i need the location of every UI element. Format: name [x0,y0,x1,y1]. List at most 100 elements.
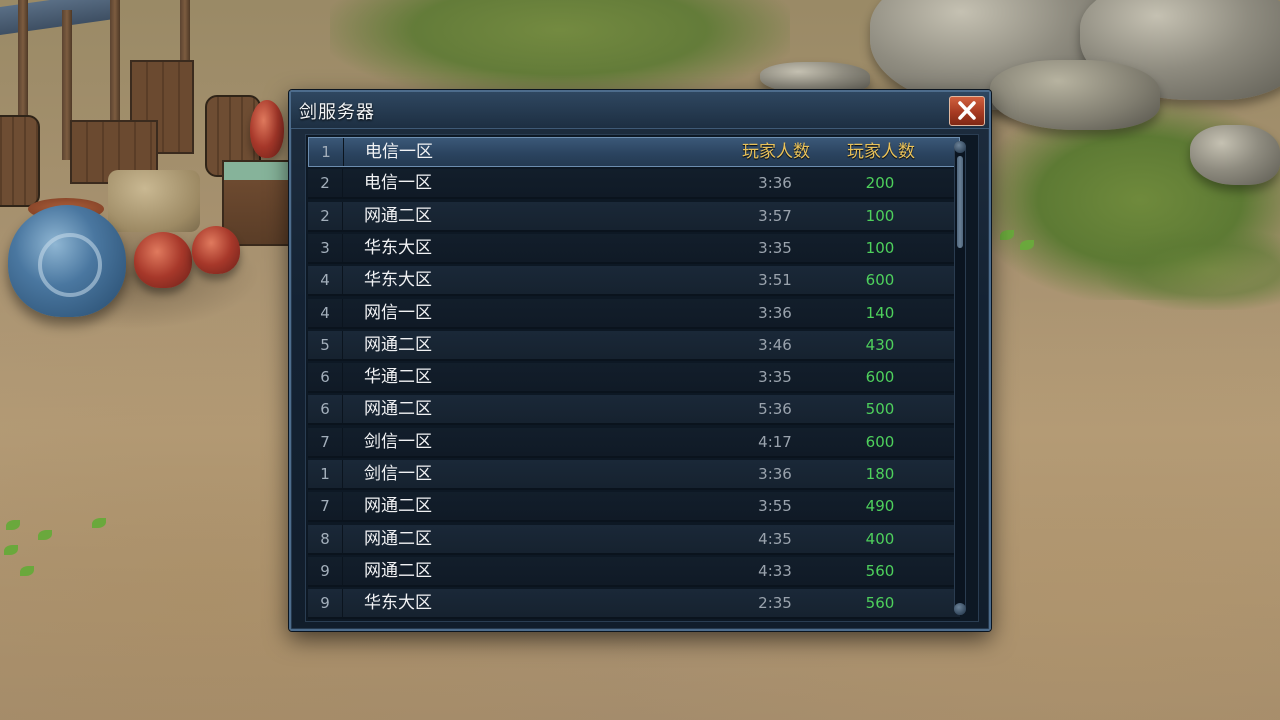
player-count: 100 [865,239,895,257]
panel-title: 剑服务器 [299,102,375,123]
small-rock [1190,125,1280,185]
boulder [990,60,1160,130]
server-index: 4 [308,266,343,294]
server-index: 9 [308,589,343,617]
weed-leaf [38,530,52,540]
server-index: 1 [308,460,343,488]
scroll-thumb[interactable] [957,156,963,248]
server-index: 3 [308,234,343,262]
server-name: 网通二区 [364,561,432,581]
blue-ceramic-jar [8,205,126,317]
scrollbar[interactable] [954,141,966,615]
server-name: 剑信一区 [364,464,432,484]
server-time: 3:51 [758,271,792,289]
server-index: 9 [308,557,343,585]
server-index: 8 [308,525,343,553]
server-row[interactable]: 4 网信一区 3:36 140 [308,299,960,329]
server-time: 5:36 [758,400,792,418]
weed-leaf [4,545,18,555]
game-scene: 剑服务器 1 电信一区 玩家人数 玩家人数 2 电信一区 3:36 200 2 网通二区 3:57 1… [0,0,1280,720]
server-name: 电信一区 [365,142,433,162]
server-time: 3:35 [758,368,792,386]
server-index: 6 [308,363,343,391]
stall-roof [0,0,110,37]
red-jar [250,100,284,158]
server-name: 网通二区 [364,206,432,226]
player-count: 560 [865,594,895,612]
server-name: 华通二区 [364,367,432,387]
weed-leaf [6,520,20,530]
server-name: 网通二区 [364,399,432,419]
player-count: 600 [865,271,895,289]
server-time: 3:46 [758,336,792,354]
server-index: 2 [308,202,343,230]
player-count: 430 [865,336,895,354]
server-row[interactable]: 9 网通二区 4:33 560 [308,557,960,587]
server-row[interactable]: 2 网通二区 3:57 100 [308,202,960,232]
server-name: 华东大区 [364,238,432,258]
server-row[interactable]: 5 网通二区 3:46 430 [308,331,960,361]
player-count: 140 [865,304,895,322]
player-count: 600 [865,368,895,386]
scroll-down-cap[interactable] [954,603,966,615]
server-row[interactable]: 7 剑信一区 4:17 600 [308,428,960,458]
server-time: 3:36 [758,304,792,322]
server-name: 剑信一区 [364,432,432,452]
server-name: 网通二区 [364,496,432,516]
server-row[interactable]: 6 网通二区 5:36 500 [308,395,960,425]
server-index: 7 [308,428,343,456]
player-count: 200 [865,174,895,192]
panel-header: 剑服务器 [291,92,989,129]
grain-sack [108,170,200,232]
column-header-players: 玩家人数 [742,142,810,162]
server-row[interactable]: 1 剑信一区 3:36 180 [308,460,960,490]
server-name: 网通二区 [364,335,432,355]
server-name: 电信一区 [364,173,432,193]
close-icon [958,101,976,120]
player-count: 500 [865,400,895,418]
server-time: 4:35 [758,530,792,548]
server-index: 2 [308,169,343,197]
server-time: 2:35 [758,594,792,612]
server-row[interactable]: 2 电信一区 3:36 200 [308,169,960,199]
server-row[interactable]: 7 网通二区 3:55 490 [308,492,960,522]
weed-leaf [20,566,34,576]
server-row[interactable]: 8 网通二区 4:35 400 [308,525,960,555]
server-index: 4 [308,299,343,327]
server-time: 3:36 [758,174,792,192]
red-jar [134,232,192,288]
server-index: 5 [308,331,343,359]
server-time: 4:17 [758,433,792,451]
column-header-players: 玩家人数 [847,142,915,162]
server-time: 4:33 [758,562,792,580]
server-index: 1 [309,138,344,166]
player-count: 100 [865,207,895,225]
server-list-body: 1 电信一区 玩家人数 玩家人数 2 电信一区 3:36 200 2 网通二区 3:57 100 3 华东… [308,137,960,621]
server-row[interactable]: 4 华东大区 3:51 600 [308,266,960,296]
server-row[interactable]: 3 华东大区 3:35 100 [308,234,960,264]
server-name: 华东大区 [364,270,432,290]
scroll-up-cap[interactable] [954,141,966,153]
server-name: 网信一区 [364,303,432,323]
stall-post [110,0,120,130]
grass-patch [1100,230,1280,310]
server-time: 3:57 [758,207,792,225]
server-list: 1 电信一区 玩家人数 玩家人数 2 电信一区 3:36 200 2 网通二区 3:57 100 3 华东… [305,134,979,622]
weed-leaf [92,518,106,528]
close-button[interactable] [949,96,985,126]
server-time: 3:55 [758,497,792,515]
grass-patch [330,0,790,100]
server-index: 6 [308,395,343,423]
player-count: 490 [865,497,895,515]
server-time: 3:35 [758,239,792,257]
red-jar [192,226,240,274]
server-row-selected[interactable]: 1 电信一区 玩家人数 玩家人数 [308,137,960,167]
server-index: 7 [308,492,343,520]
barrel [0,115,40,207]
player-count: 400 [865,530,895,548]
server-name: 网通二区 [364,529,432,549]
server-select-panel: 剑服务器 1 电信一区 玩家人数 玩家人数 2 电信一区 3:36 200 2 网通二区 3:57 1… [289,90,991,631]
server-row[interactable]: 9 华东大区 2:35 560 [308,589,960,619]
server-row[interactable]: 6 华通二区 3:35 600 [308,363,960,393]
server-name: 华东大区 [364,593,432,613]
